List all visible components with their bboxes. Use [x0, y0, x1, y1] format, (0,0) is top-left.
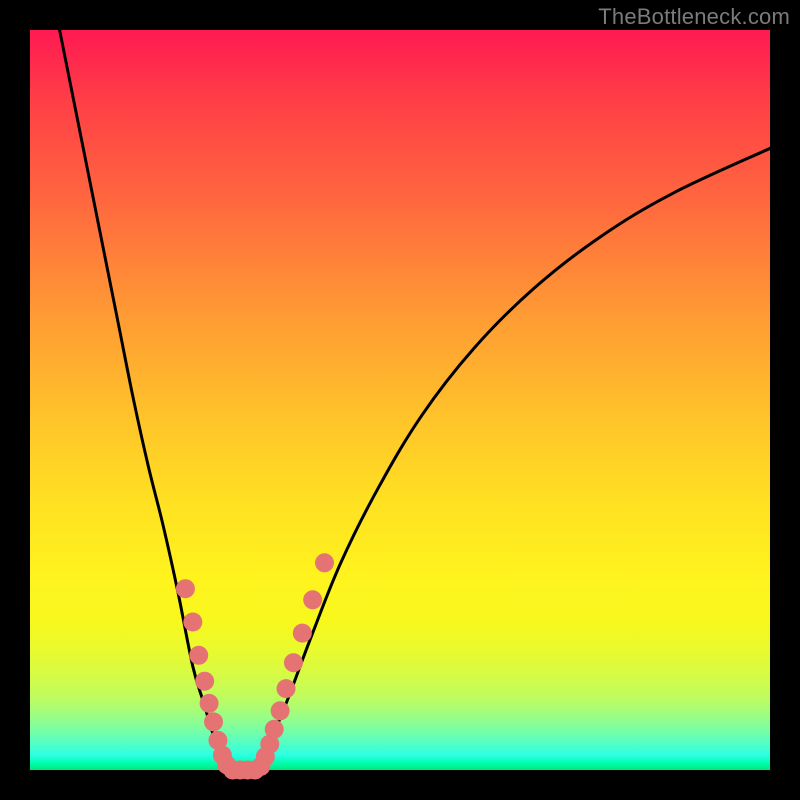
curve-series-group [60, 30, 770, 771]
data-marker [265, 720, 284, 739]
data-marker [293, 624, 312, 643]
chart-frame: TheBottleneck.com [0, 0, 800, 800]
chart-plot-area [30, 30, 770, 770]
data-marker [284, 653, 303, 672]
data-marker [189, 646, 208, 665]
data-marker [195, 672, 214, 691]
data-marker [303, 590, 322, 609]
data-marker [200, 694, 219, 713]
watermark-text: TheBottleneck.com [598, 4, 790, 30]
chart-svg [30, 30, 770, 770]
data-marker [315, 553, 334, 572]
data-marker [183, 613, 202, 632]
data-marker [271, 701, 290, 720]
marker-group [176, 553, 334, 779]
bottleneck-curve [60, 30, 770, 771]
data-marker [277, 679, 296, 698]
data-marker [176, 579, 195, 598]
data-marker [204, 712, 223, 731]
